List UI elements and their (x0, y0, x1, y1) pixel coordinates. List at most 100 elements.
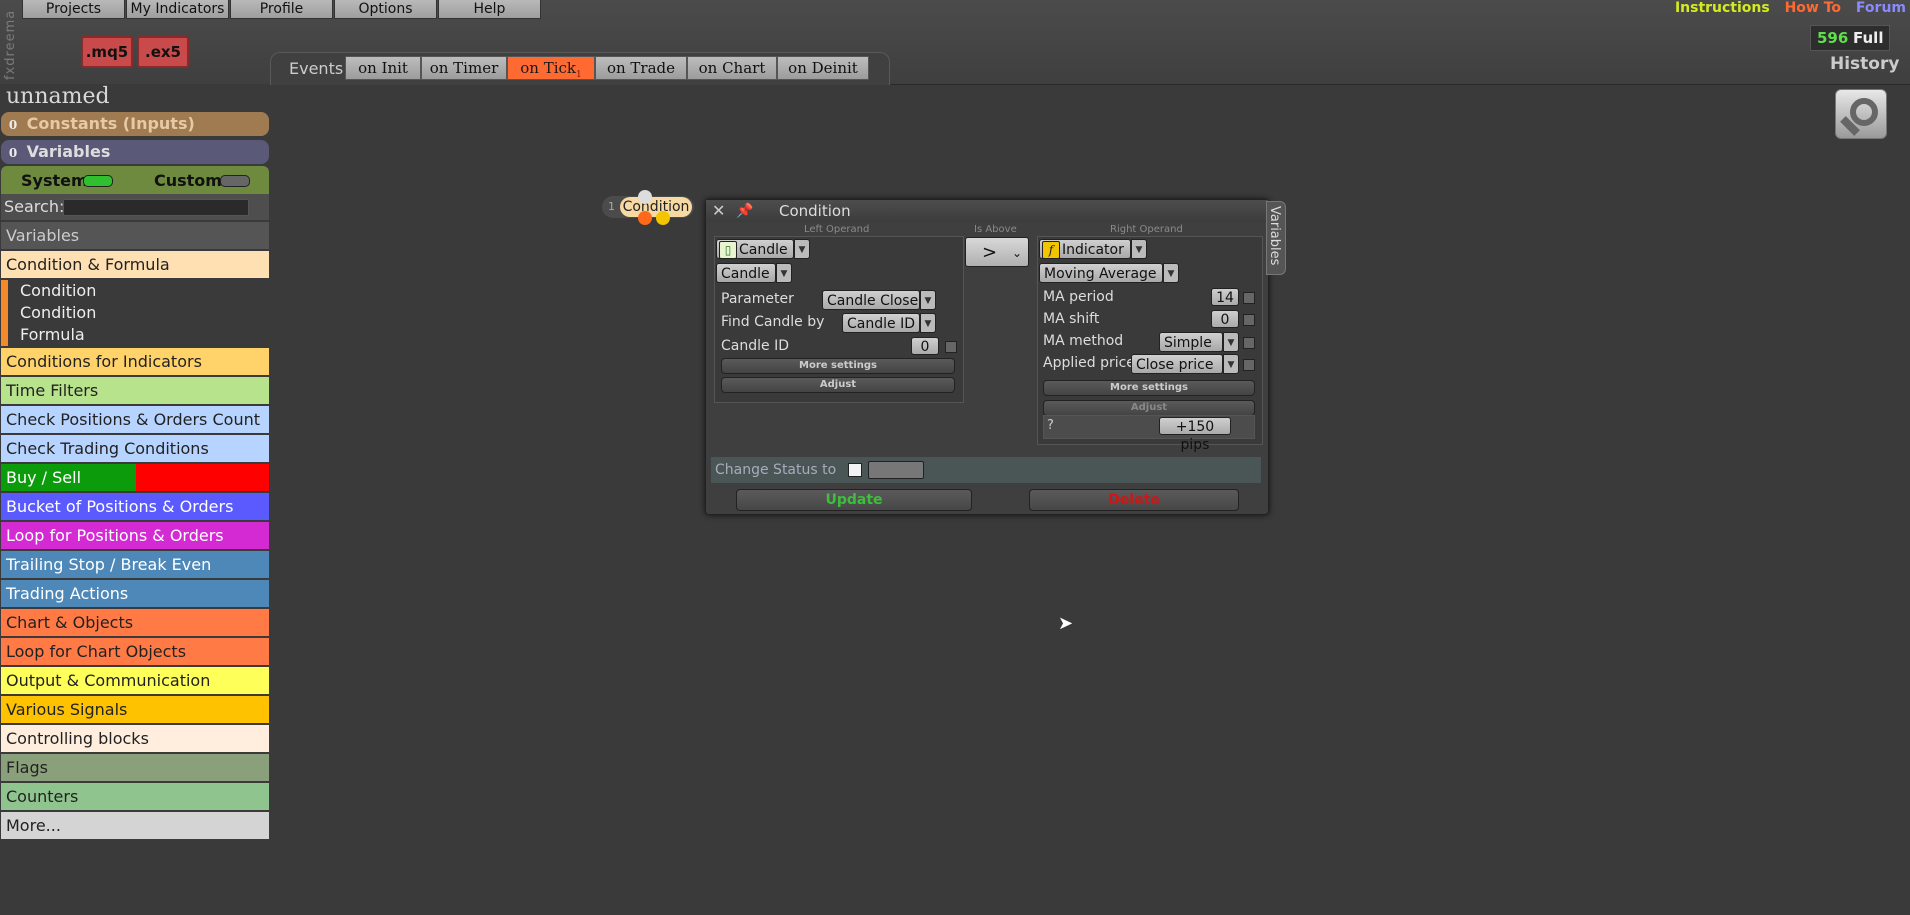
applied-price-dropdown-arrow[interactable]: ▼ (1223, 354, 1239, 374)
vertical-logo: fxdreema (3, 9, 18, 80)
cat-loop-positions-orders[interactable]: Loop for Positions & Orders (1, 522, 269, 550)
constants-section[interactable]: 0 Constants (Inputs) (1, 112, 269, 136)
ma-period-checkbox[interactable] (1243, 292, 1255, 304)
ma-method-select[interactable]: Simple (1159, 332, 1223, 352)
dialog-title: Condition (779, 202, 851, 220)
top-bar: fxdreema Projects My Indicators Profile … (0, 0, 1910, 85)
menu-help[interactable]: Help (438, 0, 541, 19)
adjust-value-input[interactable]: +150 pips (1159, 417, 1231, 453)
cat-bucket-positions-orders[interactable]: Bucket of Positions & Orders (1, 493, 269, 521)
tab-on-chart[interactable]: on Chart (687, 56, 777, 80)
variables-category-header[interactable]: Variables (1, 222, 269, 250)
variables-label: Variables (26, 142, 111, 161)
cat-flags[interactable]: Flags (1, 754, 269, 782)
condition-block[interactable]: 1 Condition (602, 190, 694, 225)
instructions-link[interactable]: Instructions (1675, 0, 1770, 16)
variables-section[interactable]: 0 Variables (1, 140, 269, 164)
search-input[interactable] (63, 199, 249, 216)
cat-buy-sell[interactable]: Buy / Sell (1, 464, 269, 492)
tab-on-timer[interactable]: on Timer (421, 56, 507, 80)
menu-options[interactable]: Options (334, 0, 437, 19)
cat-controlling-blocks[interactable]: Controlling blocks (1, 725, 269, 753)
cat-condition-formula[interactable]: Condition & Formula (1, 251, 269, 279)
right-adjust-button[interactable]: Adjust (1043, 400, 1255, 416)
ma-shift-checkbox[interactable] (1243, 314, 1255, 326)
cat-output-communication[interactable]: Output & Communication (1, 667, 269, 695)
cat-counters[interactable]: Counters (1, 783, 269, 811)
comparator-select[interactable]: > ⌄ (965, 237, 1029, 267)
plan-label: Full (1853, 29, 1884, 47)
cat-time-filters[interactable]: Time Filters (1, 377, 269, 405)
find-candle-dropdown-arrow[interactable]: ▼ (920, 313, 936, 333)
cat-more[interactable]: More... (1, 812, 269, 840)
find-candle-select[interactable]: Candle ID (842, 313, 920, 333)
menu-projects[interactable]: Projects (22, 0, 125, 19)
variables-side-tab-label: Variables (1267, 206, 1282, 266)
applied-price-checkbox[interactable] (1243, 359, 1255, 371)
ma-method-checkbox[interactable] (1243, 337, 1255, 349)
block-condition[interactable]: Condition (1, 280, 269, 302)
variables-side-tab[interactable]: Variables (1266, 201, 1286, 275)
project-name[interactable]: unnamed (6, 84, 110, 109)
comparator-label: Is Above (974, 224, 1017, 235)
left-adjust-button[interactable]: Adjust (721, 377, 955, 393)
counter-value: 596 (1817, 29, 1849, 47)
history-link[interactable]: History (1830, 54, 1899, 74)
custom-toggle[interactable] (220, 175, 250, 187)
block-formula[interactable]: Formula (1, 324, 269, 346)
cat-check-trading-conditions[interactable]: Check Trading Conditions (1, 435, 269, 463)
tab-on-tick-badge: 1 (576, 70, 582, 80)
ma-method-dropdown-arrow[interactable]: ▼ (1223, 332, 1239, 352)
delete-button[interactable]: Delete (1029, 489, 1239, 511)
block-condition[interactable]: Condition (1, 302, 269, 324)
menu-profile[interactable]: Profile (230, 0, 333, 19)
system-toggle[interactable] (83, 175, 113, 187)
left-subtype-select[interactable]: Candle (716, 263, 776, 283)
output-connector-false[interactable] (638, 211, 652, 225)
cat-trading-actions[interactable]: Trading Actions (1, 580, 269, 608)
howto-link[interactable]: How To (1785, 0, 1841, 16)
menu-my-indicators[interactable]: My Indicators (126, 0, 229, 19)
output-connector-true[interactable] (656, 211, 670, 225)
close-icon[interactable]: ✕ (712, 201, 725, 220)
event-tabs: Events on Init on Timer on Tick1 on Trad… (270, 52, 890, 85)
sidebar: unnamed 0 Constants (Inputs) 0 Variables… (0, 84, 270, 915)
input-connector[interactable] (638, 190, 652, 204)
tab-on-tick[interactable]: on Tick1 (507, 56, 595, 80)
parameter-dropdown-arrow[interactable]: ▼ (920, 290, 936, 310)
left-more-settings-button[interactable]: More settings (721, 358, 955, 374)
dialog-header[interactable]: ✕ 📌 Condition (706, 200, 1268, 222)
ex5-button[interactable]: .ex5 (137, 36, 189, 68)
applied-price-select[interactable]: Close price (1131, 354, 1223, 374)
ma-shift-input[interactable]: 0 (1211, 310, 1239, 328)
right-more-settings-button[interactable]: More settings (1043, 380, 1255, 396)
change-status-checkbox[interactable] (848, 463, 862, 477)
plan-box[interactable]: 596 Full (1810, 25, 1890, 51)
wrench-tool-button[interactable] (1835, 89, 1887, 139)
cat-loop-chart-objects[interactable]: Loop for Chart Objects (1, 638, 269, 666)
mq5-button[interactable]: .mq5 (81, 36, 133, 68)
tab-on-init[interactable]: on Init (345, 56, 421, 80)
cat-chart-objects[interactable]: Chart & Objects (1, 609, 269, 637)
cat-various-signals[interactable]: Various Signals (1, 696, 269, 724)
cat-check-positions-orders-count[interactable]: Check Positions & Orders Count (1, 406, 269, 434)
right-type-dropdown-arrow[interactable]: ▼ (1131, 239, 1147, 259)
constants-count: 0 (8, 118, 18, 132)
tab-on-deinit[interactable]: on Deinit (777, 56, 869, 80)
candle-id-input[interactable]: 0 (911, 337, 939, 355)
right-subtype-select[interactable]: Moving Average (1039, 263, 1163, 283)
cat-conditions-for-indicators[interactable]: Conditions for Indicators (1, 348, 269, 376)
pin-icon[interactable]: 📌 (736, 203, 753, 219)
update-button[interactable]: Update (736, 489, 972, 511)
ma-period-input[interactable]: 14 (1211, 288, 1239, 306)
left-subtype-dropdown-arrow[interactable]: ▼ (776, 263, 792, 283)
tab-on-trade[interactable]: on Trade (595, 56, 687, 80)
cat-trailing-stop[interactable]: Trailing Stop / Break Even (1, 551, 269, 579)
adjust-help-icon[interactable]: ? (1047, 418, 1054, 433)
status-select[interactable] (868, 461, 924, 479)
candle-id-checkbox[interactable] (945, 341, 957, 353)
left-type-dropdown-arrow[interactable]: ▼ (794, 239, 810, 259)
right-subtype-dropdown-arrow[interactable]: ▼ (1163, 263, 1179, 283)
forum-link[interactable]: Forum (1856, 0, 1906, 16)
parameter-select[interactable]: Candle Close (822, 290, 920, 310)
